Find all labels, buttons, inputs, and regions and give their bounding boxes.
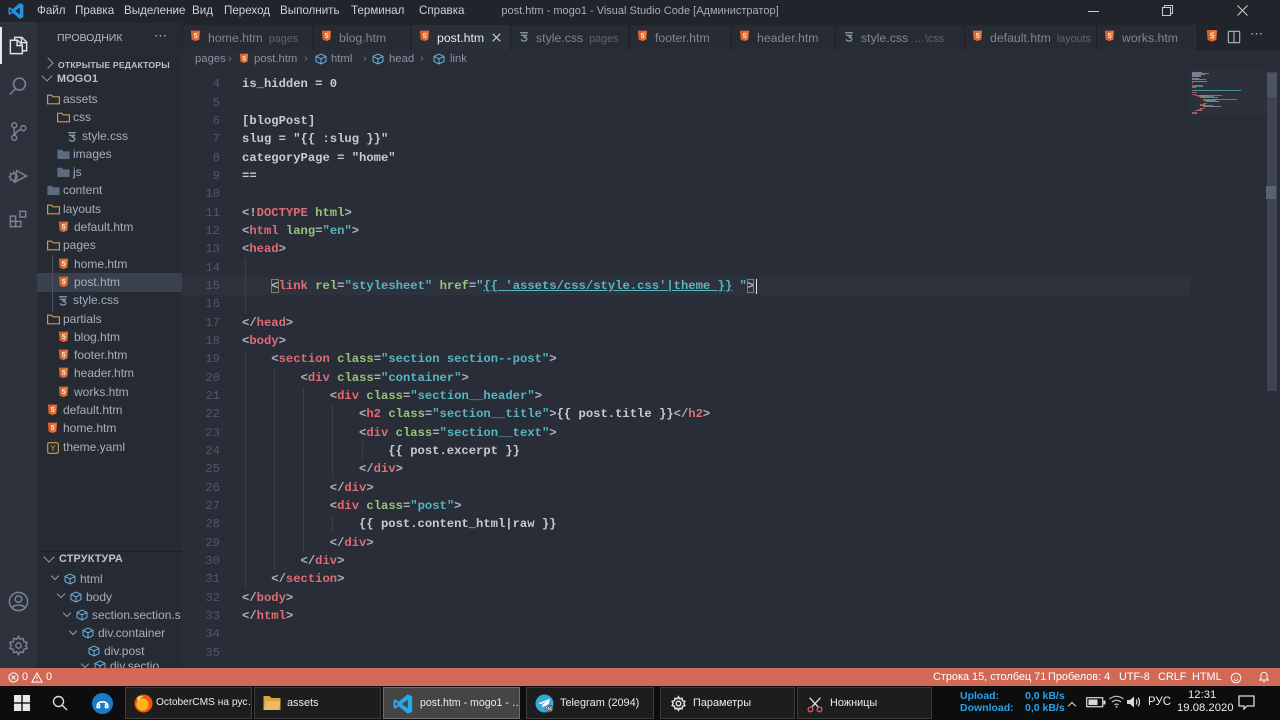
svg-text:5: 5 [62,334,66,341]
svg-text:5: 5 [743,33,747,40]
svg-text:5: 5 [325,33,329,40]
svg-text:5: 5 [62,261,66,268]
svg-text:5: 5 [62,279,66,286]
svg-text:5: 5 [62,352,66,359]
svg-text:5: 5 [641,33,645,40]
svg-text:5: 5 [62,389,66,396]
svg-text:5: 5 [1210,31,1215,40]
svg-text:5: 5 [1108,33,1112,40]
svg-text:5: 5 [976,33,980,40]
svg-text:5: 5 [51,425,55,432]
svg-text:5: 5 [51,407,55,414]
svg-text:Y: Y [50,444,56,453]
svg-text:5: 5 [62,224,66,231]
svg-text:5: 5 [194,33,198,40]
svg-text:5: 5 [242,55,246,62]
svg-text:94: 94 [546,706,552,712]
svg-text:5: 5 [62,371,66,378]
svg-text:5: 5 [423,33,427,40]
